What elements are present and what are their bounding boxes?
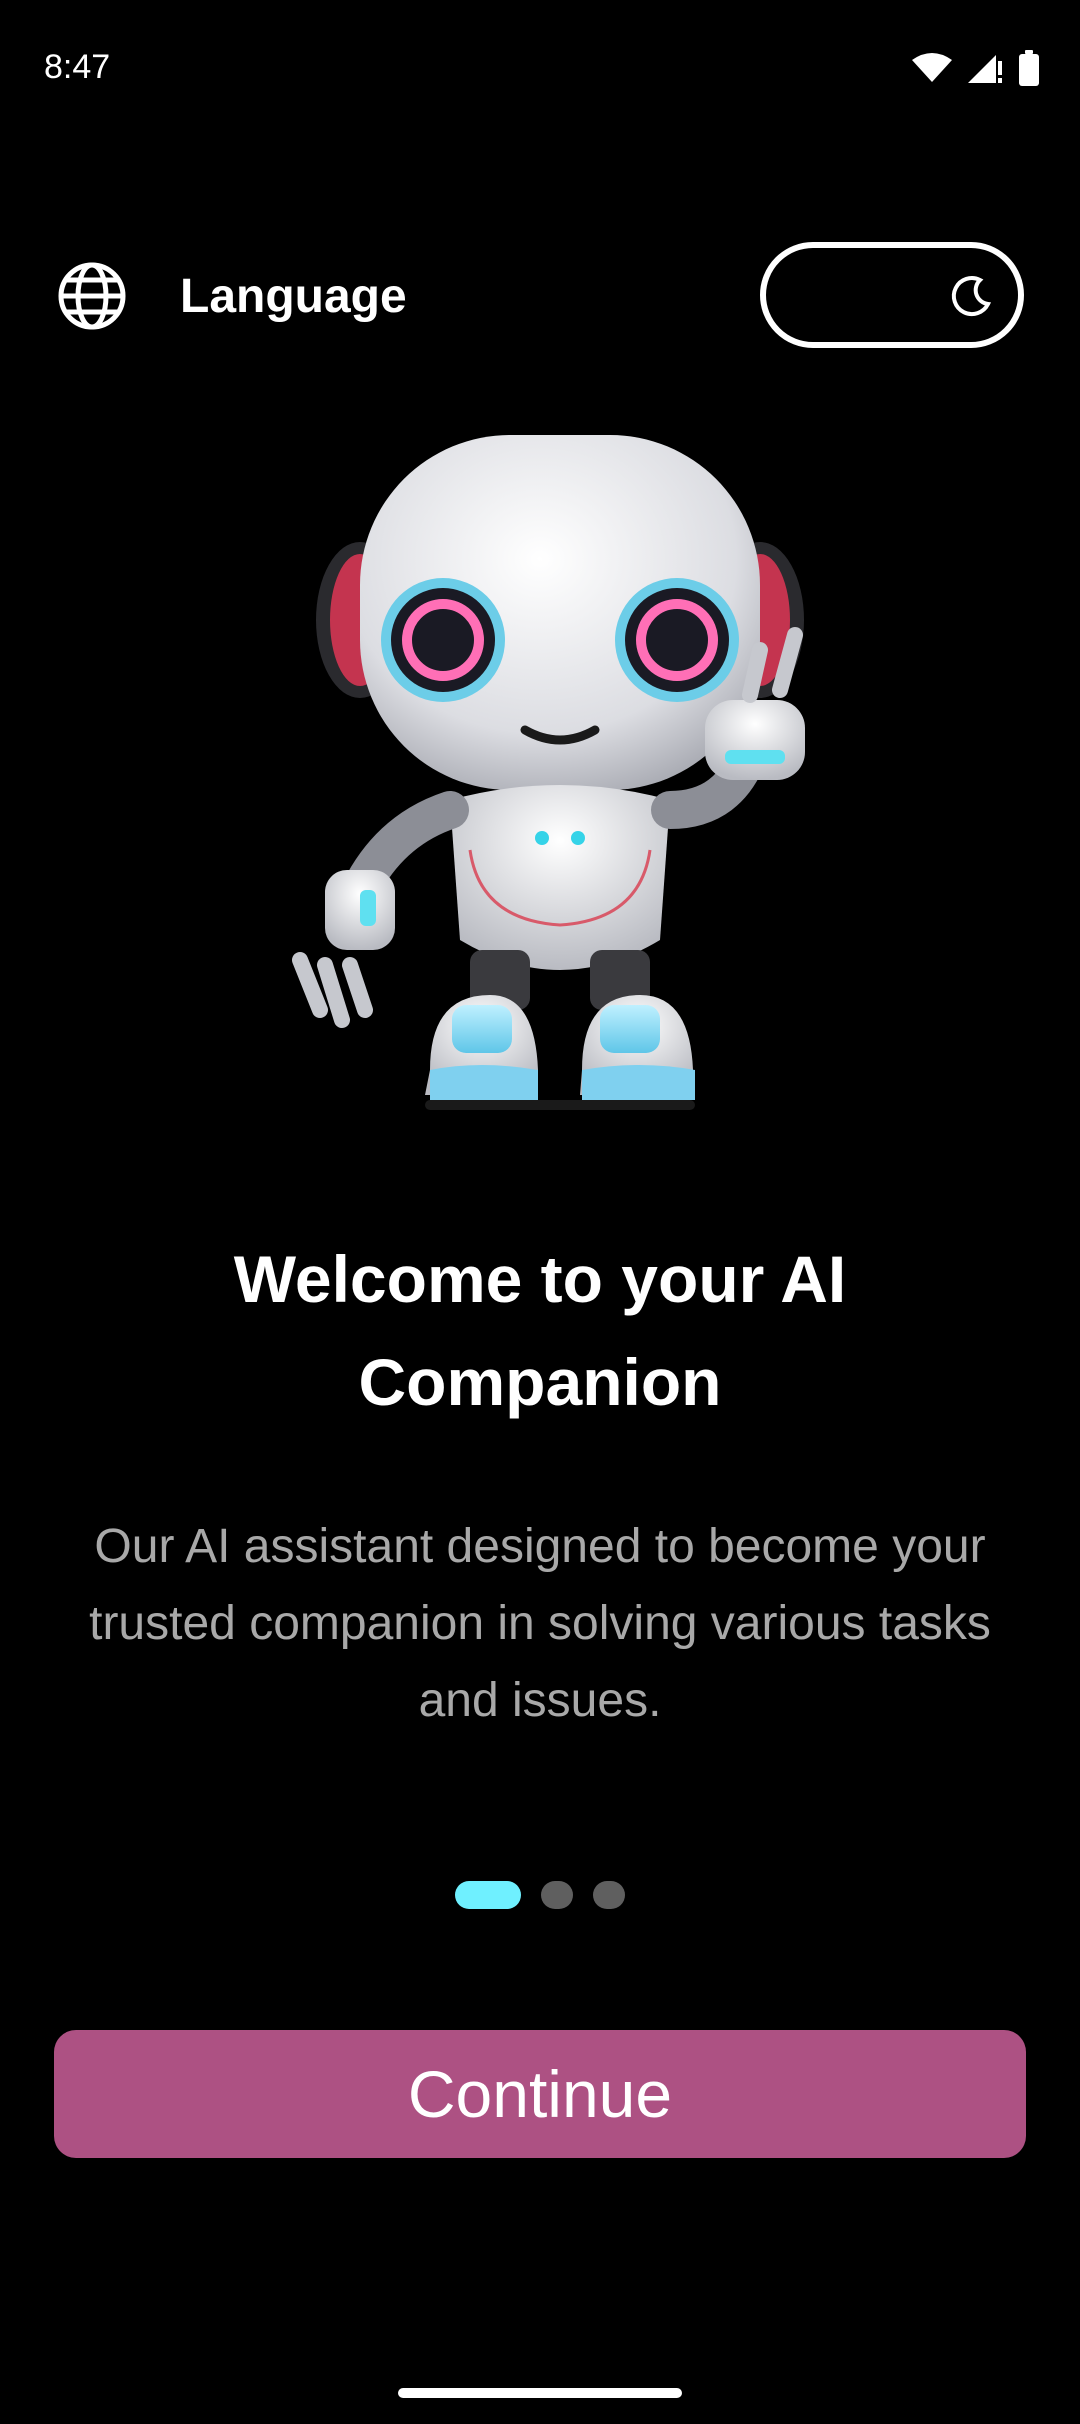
wifi-icon [912, 52, 952, 89]
status-bar: 8:47 [0, 0, 1080, 140]
theme-toggle[interactable] [760, 242, 1024, 348]
language-button[interactable]: Language [56, 256, 407, 336]
battery-icon [1018, 50, 1040, 91]
page-indicator [0, 1880, 1080, 1910]
page-dot-active[interactable] [455, 1881, 521, 1909]
status-time: 8:47 [44, 48, 111, 86]
top-bar: Language [0, 230, 1080, 360]
moon-icon [950, 274, 994, 318]
onboarding-description: Our AI assistant designed to become your… [89, 1520, 991, 1727]
globe-icon [56, 260, 128, 332]
page-dot[interactable] [541, 1881, 573, 1909]
signal-icon [966, 51, 1004, 90]
robot-illustration [280, 420, 840, 1120]
home-indicator[interactable] [398, 2388, 682, 2398]
continue-button[interactable]: Continue [54, 2030, 1026, 2158]
status-icons [912, 50, 1040, 91]
onboarding-title: Welcome to your AI Companion [233, 1242, 847, 1419]
language-label: Language [180, 269, 407, 323]
page-dot[interactable] [593, 1881, 625, 1909]
